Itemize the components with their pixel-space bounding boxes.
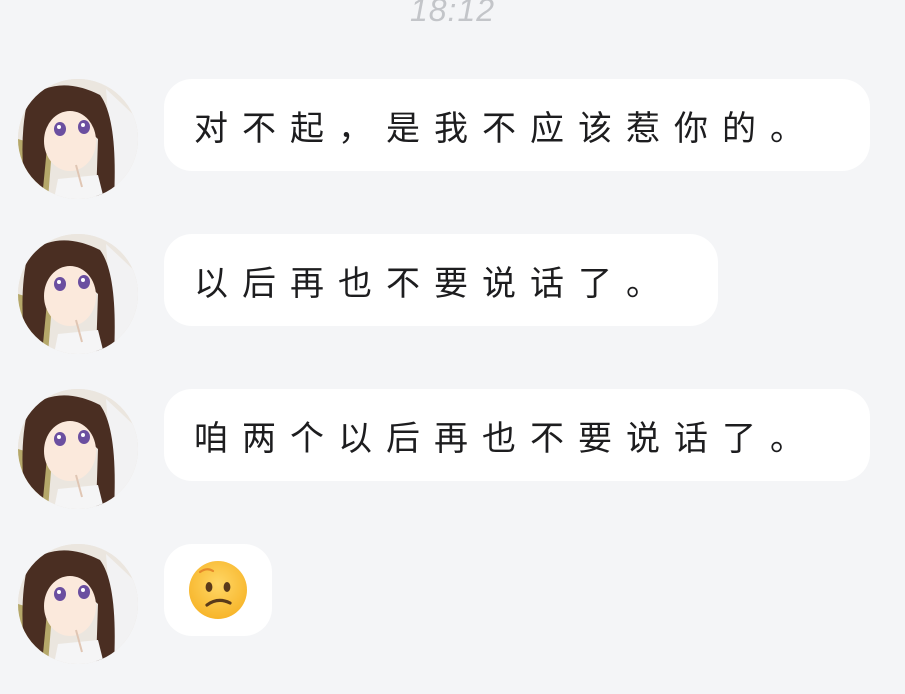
- message-bubble[interactable]: [164, 544, 272, 636]
- message-text: 咱两个以后再也不要说话了。: [194, 418, 818, 459]
- message-bubble[interactable]: 咱两个以后再也不要说话了。: [164, 389, 870, 481]
- avatar[interactable]: [18, 544, 138, 664]
- message-text: 对不起，是我不应该惹你的。: [194, 108, 818, 149]
- avatar-image: [18, 234, 138, 354]
- avatar-image: [18, 389, 138, 509]
- avatar-image: [18, 79, 138, 199]
- confused-face-icon: [189, 561, 247, 619]
- message-bubble[interactable]: 对不起，是我不应该惹你的。: [164, 79, 870, 171]
- timestamp: 18:12: [409, 0, 496, 28]
- avatar[interactable]: [18, 234, 138, 354]
- message-row: [0, 544, 905, 674]
- message-bubble[interactable]: 以后再也不要说话了。: [164, 234, 718, 326]
- avatar[interactable]: [18, 389, 138, 509]
- avatar[interactable]: [18, 79, 138, 199]
- avatar-image: [18, 544, 138, 664]
- message-row: 咱两个以后再也不要说话了。: [0, 389, 905, 519]
- message-row: 以后再也不要说话了。: [0, 234, 905, 364]
- message-row: 对不起，是我不应该惹你的。: [0, 79, 905, 209]
- message-text: 以后再也不要说话了。: [194, 263, 674, 304]
